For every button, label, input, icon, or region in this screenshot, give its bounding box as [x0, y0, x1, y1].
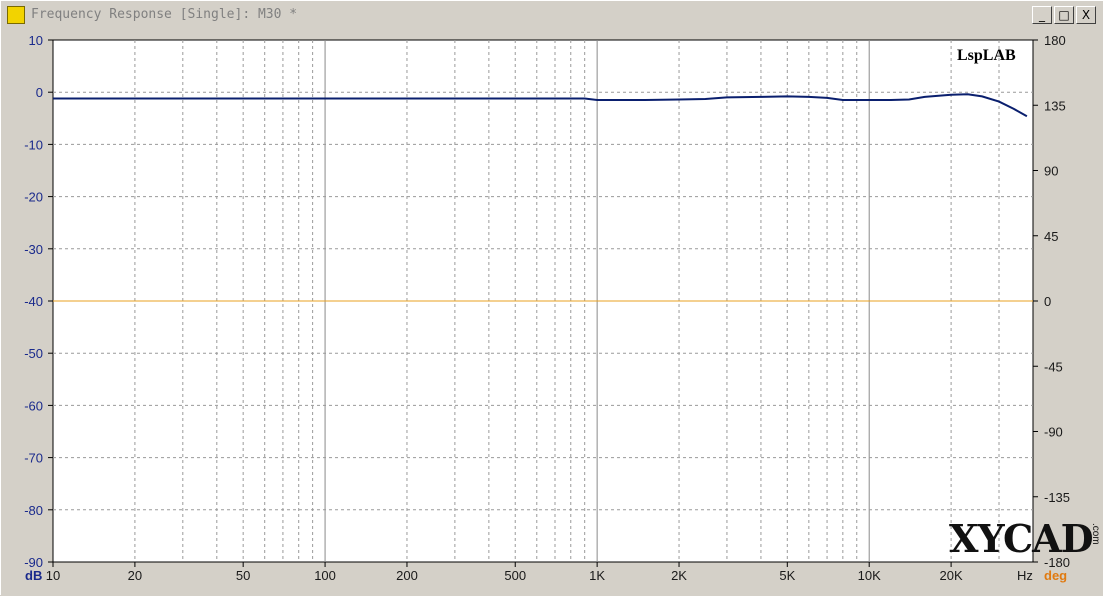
y-left-tick-label: -80: [24, 503, 43, 518]
y-right-tick-label: 135: [1044, 98, 1066, 113]
frequency-response-chart: 100-10-20-30-40-50-60-70-80-90 180135904…: [24, 33, 1070, 583]
y-axis-left: 100-10-20-30-40-50-60-70-80-90: [24, 33, 53, 570]
y-left-tick-label: 0: [36, 85, 43, 100]
x-tick-label: 100: [314, 568, 336, 583]
x-unit-label: Hz: [1017, 568, 1033, 583]
y-right-tick-label: 90: [1044, 164, 1058, 179]
x-tick-label: 5K: [779, 568, 795, 583]
y-right-unit-label: deg: [1044, 568, 1067, 583]
y-left-tick-label: -70: [24, 451, 43, 466]
x-tick-label: 20: [128, 568, 142, 583]
x-tick-label: 1K: [589, 568, 605, 583]
y-right-tick-label: 0: [1044, 294, 1051, 309]
x-tick-label: 500: [504, 568, 526, 583]
x-tick-label: 200: [396, 568, 418, 583]
x-tick-label: 2K: [671, 568, 687, 583]
x-tick-label: 20K: [940, 568, 963, 583]
y-left-tick-label: -60: [24, 398, 43, 413]
watermark-suffix: .com: [1090, 523, 1101, 545]
y-left-tick-label: -50: [24, 346, 43, 361]
y-right-tick-label: -90: [1044, 425, 1063, 440]
y-left-tick-label: 10: [29, 33, 43, 48]
y-left-tick-label: -40: [24, 294, 43, 309]
x-tick-label: 50: [236, 568, 250, 583]
y-left-tick-label: -10: [24, 137, 43, 152]
y-right-tick-label: -135: [1044, 490, 1070, 505]
y-left-tick-label: -30: [24, 242, 43, 257]
watermark-logo: XYCAD: [949, 516, 1094, 561]
x-tick-label: 10: [46, 568, 60, 583]
brand-label: LspLAB: [957, 47, 1016, 64]
y-axis-right: 18013590450-45-90-135-180: [1033, 33, 1070, 570]
app-window: Frequency Response [Single]: M30 * _ □ X…: [0, 0, 1103, 595]
y-left-tick-label: -20: [24, 190, 43, 205]
x-axis: 10 20 50 100 200 500 1K 2K 5K 10K 20K dB Hz deg: [25, 562, 1067, 583]
y-right-tick-label: -45: [1044, 359, 1063, 374]
x-tick-label: 10K: [858, 568, 881, 583]
y-left-unit-label: dB: [25, 568, 42, 583]
y-right-tick-label: 45: [1044, 229, 1058, 244]
y-right-tick-label: 180: [1044, 33, 1066, 48]
